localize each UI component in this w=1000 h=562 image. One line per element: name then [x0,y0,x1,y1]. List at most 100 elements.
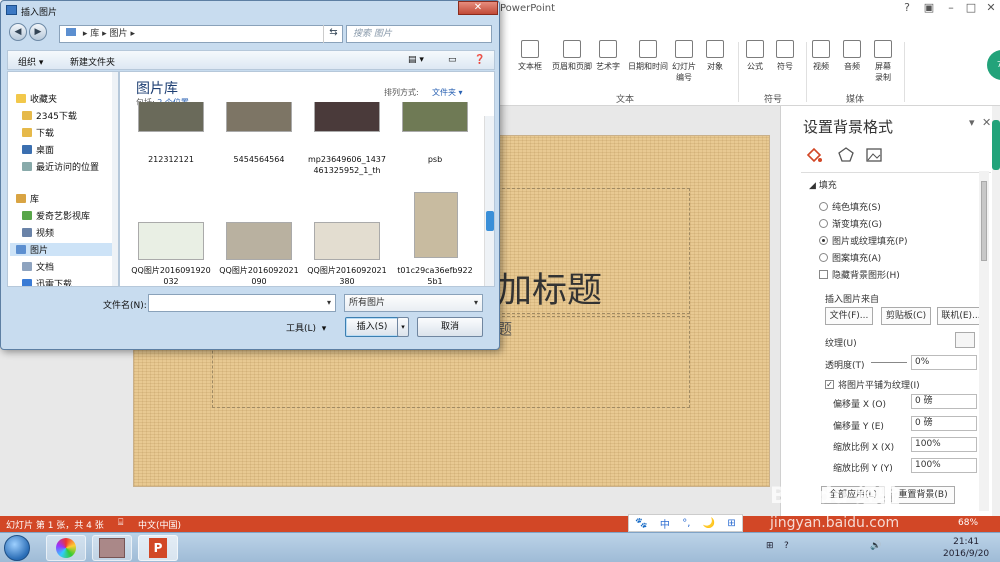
ime-grid-icon[interactable]: ⊞ [727,518,735,529]
breadcrumb-pictures[interactable]: 图片 [110,29,128,39]
taskbar-app-colorwheel[interactable] [46,535,86,561]
transparency-slider[interactable] [871,362,907,363]
pane-scrollbar[interactable] [979,171,989,511]
ribbon-screen-record-button[interactable]: 屏幕 录制 [874,40,892,83]
fill-option-2[interactable]: 图片或纹理填充(P) [819,234,907,247]
tray-volume-icon[interactable]: 🔊 [870,541,881,551]
filetype-select[interactable]: 所有图片 ▾ [344,294,483,312]
fill-bucket-icon[interactable] [805,146,823,164]
radio-button[interactable] [819,202,828,211]
texture-picker[interactable] [955,332,975,348]
nav-item-6[interactable]: 爱奇艺影视库 [22,209,90,222]
refresh-button[interactable]: ⇆ [323,25,343,43]
file-name[interactable]: psb [395,154,475,165]
file-scroll-thumb[interactable] [486,211,494,231]
ime-paw-icon[interactable]: 🐾 [635,518,647,529]
nav-item-5[interactable]: 库 [16,192,39,205]
ime-mode[interactable]: 中 [660,516,670,531]
radio-button[interactable] [819,236,828,245]
transparency-input[interactable]: 0% [911,355,977,370]
back-button[interactable]: ◀ [9,23,27,41]
nav-item-7[interactable]: 视频 [22,226,54,239]
help-icon[interactable]: ? [898,1,916,14]
maximize-icon[interactable]: □ [962,1,980,14]
address-bar[interactable]: ▸ 库 ▸ 图片 ▸ [59,25,343,43]
tray-network-icon[interactable]: ⊞ [766,541,774,551]
ribbon-display-icon[interactable]: ▣ [920,1,938,14]
forward-button[interactable]: ▶ [29,23,47,41]
fill-option-3[interactable]: 图案填充(A) [819,251,881,264]
ribbon-header-footer-button[interactable]: 页眉和页脚 [552,40,592,72]
nav-item-0[interactable]: 收藏夹 [16,92,57,105]
nav-item-2[interactable]: 下载 [22,126,54,139]
radio-button[interactable] [819,253,828,262]
nav-scrollbar[interactable] [112,72,118,286]
image-thumbnail[interactable] [314,102,380,132]
help-circle-icon[interactable]: ❓ [474,55,485,65]
pane-scroll-thumb[interactable] [981,181,987,261]
hide-bg-checkbox[interactable]: 隐藏背景图形(H) [819,268,900,281]
nav-item-1[interactable]: 2345下载 [22,109,77,122]
zoom-level[interactable]: 68% [958,518,978,528]
ribbon-wordart-button[interactable]: 艺术字 [596,40,620,72]
chevron-down-icon[interactable]: ▾ [327,295,331,311]
image-thumbnail[interactable] [138,222,204,260]
ribbon-symbol-button[interactable]: 符号 [776,40,794,72]
offset-y-input[interactable]: 0 磅 [911,416,977,431]
file-name[interactable]: QQ图片2016092021090 [219,265,299,286]
ribbon-text-box-button[interactable]: 文本框 [518,40,542,72]
file-name[interactable]: QQ图片2016092021380 [307,265,387,286]
scale-x-input[interactable]: 100% [911,437,977,452]
tools-menu[interactable]: 工具(L) ▾ [286,321,326,334]
ribbon-audio-button[interactable]: 音频 [843,40,861,72]
nav-item-3[interactable]: 桌面 [22,143,54,156]
ime-moon-icon[interactable]: 🌙 [703,518,715,529]
scale-y-input[interactable]: 100% [911,458,977,473]
taskbar-app-photo[interactable] [92,535,132,561]
file-name[interactable]: mp23649606_1437461325952_1_th [307,154,387,176]
ribbon-video-button[interactable]: 视频 [812,40,830,72]
dialog-close-button[interactable]: ✕ [458,1,498,15]
nav-item-8[interactable]: 图片 [10,243,116,256]
fill-section-header[interactable]: ◢ 填充 [809,178,837,191]
checkbox-box-checked[interactable]: ✓ [825,380,834,389]
effects-pentagon-icon[interactable] [837,146,855,164]
image-thumbnail[interactable] [138,102,204,132]
insert-button[interactable]: 插入(S) [345,317,399,337]
insert-options-button[interactable]: ▾ [397,317,409,337]
language-status[interactable]: 中文(中国) [138,518,181,531]
ribbon-object-button[interactable]: 对象 [706,40,724,72]
image-thumbnail[interactable] [414,192,458,258]
view-menu-icon[interactable]: ▤ ▾ [408,55,424,65]
minimize-icon[interactable]: – [942,1,960,14]
preview-pane-icon[interactable]: ▭ [448,55,457,65]
breadcrumb-library[interactable]: 库 [90,29,99,39]
file-name[interactable]: t01c29ca36efb9225b1 [395,265,475,286]
checkbox-box[interactable] [819,270,828,279]
file-scrollbar[interactable] [484,116,494,286]
filename-input[interactable]: ▾ [148,294,336,312]
organize-menu[interactable]: 组织 ▾ [18,55,43,68]
close-icon[interactable]: ✕ [982,1,1000,14]
pane-close-icon[interactable]: ✕ [982,116,991,129]
nav-item-10[interactable]: 迅雷下载 [22,277,72,286]
pane-options-icon[interactable]: ▾ [969,116,975,129]
offset-x-input[interactable]: 0 磅 [911,394,977,409]
file-name[interactable]: 212312121 [131,154,211,165]
clipboard-button[interactable]: 剪贴板(C) [881,307,931,325]
image-thumbnail[interactable] [314,222,380,260]
file-name[interactable]: 5454564564 [219,154,299,165]
sort-dropdown[interactable]: 文件夹 ▾ [432,87,463,98]
reset-background-button[interactable]: 重置背景(B) [891,486,955,504]
notes-icon[interactable]: ⌸ [118,518,123,528]
search-input[interactable]: 搜索 图片 [346,25,492,43]
nav-item-4[interactable]: 最近访问的位置 [22,160,99,173]
fill-option-0[interactable]: 纯色填充(S) [819,200,881,213]
new-folder-button[interactable]: 新建文件夹 [70,55,115,68]
fill-option-1[interactable]: 渐变填充(G) [819,217,882,230]
image-thumbnail[interactable] [226,102,292,132]
taskbar-app-powerpoint[interactable]: P [138,535,178,561]
ime-punct[interactable]: °, [682,518,690,529]
chevron-down-icon[interactable]: ▾ [474,295,478,311]
tile-checkbox[interactable]: ✓ 将图片平铺为纹理(I) [825,378,920,391]
